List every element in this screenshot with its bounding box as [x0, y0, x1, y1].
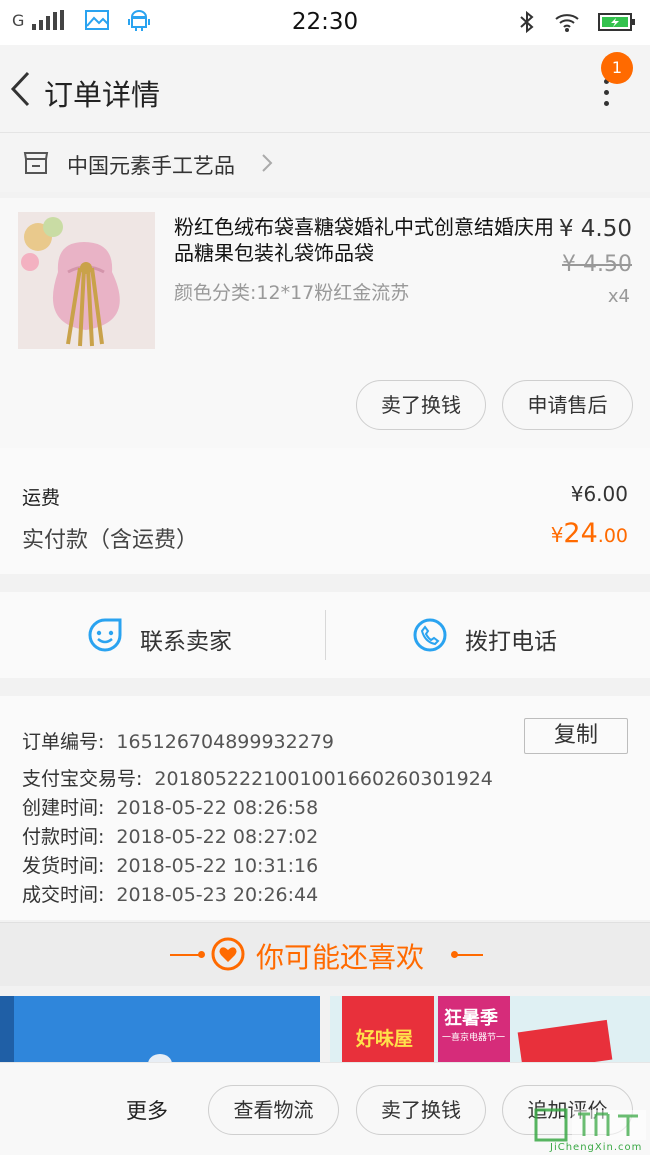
recommend-card[interactable]: [0, 996, 320, 1066]
product-original-price: ¥ 4.50: [562, 252, 632, 277]
sell-button[interactable]: 卖了换钱: [356, 380, 486, 430]
more-button[interactable]: 更多: [126, 1095, 168, 1125]
page-title: 订单详情: [44, 78, 161, 112]
order-number[interactable]: 165126704899932279: [116, 731, 334, 753]
shipping-label: 运费: [22, 487, 61, 509]
recommend-card[interactable]: 好味屋 狂暑季 一喜京电器节一: [330, 996, 650, 1066]
total-value: ¥24.00: [551, 518, 628, 549]
wifi-icon: [555, 14, 579, 32]
order-number-row: 订单编号: 165126704899932279: [22, 727, 334, 754]
recommend-card-brand: 好味屋: [356, 1028, 414, 1050]
call-phone-label: 拨打电话: [465, 629, 557, 655]
heart-icon: [211, 937, 245, 971]
more-options-icon[interactable]: [594, 79, 618, 119]
completed-label: 成交时间:: [22, 884, 105, 906]
paid-label: 付款时间:: [22, 826, 105, 848]
phone-icon: [413, 618, 447, 652]
shop-name: 中国元素手工艺品: [67, 154, 235, 178]
total-integer: 24: [563, 518, 598, 549]
recommend-card-tag: 狂暑季: [444, 1008, 498, 1029]
total-label: 实付款（含运费）: [22, 528, 199, 553]
paid-time: 2018-05-22 08:27:02: [116, 826, 319, 848]
contact-row: 联系卖家 拨打电话: [0, 592, 650, 678]
call-phone-button[interactable]: 拨打电话: [326, 592, 650, 678]
watermark-text: JiChengXin.com: [550, 1142, 643, 1153]
sell-button[interactable]: 卖了换钱: [356, 1085, 486, 1135]
divider-dot: [198, 951, 205, 958]
battery-icon: [598, 13, 635, 31]
status-bar: G 22:30: [0, 0, 650, 45]
after-sale-button[interactable]: 申请售后: [502, 380, 633, 430]
alipay-label: 支付宝交易号:: [22, 768, 143, 790]
total-decimal: .00: [597, 525, 628, 547]
order-info: 订单编号: 165126704899932279 复制 支付宝交易号: 201805…: [0, 696, 650, 920]
chat-face-icon: [88, 618, 122, 652]
divider: [455, 954, 483, 956]
paid-row: 付款时间: 2018-05-22 08:27:02: [22, 822, 318, 849]
shipped-label: 发货时间:: [22, 855, 105, 877]
created-time: 2018-05-22 08:26:58: [116, 797, 319, 819]
nav-bar: 订单详情: [0, 45, 650, 132]
view-logistics-button[interactable]: 查看物流: [208, 1085, 339, 1135]
back-arrow-icon[interactable]: [8, 69, 34, 109]
shipped-time: 2018-05-22 10:31:16: [116, 855, 319, 877]
contact-seller-label: 联系卖家: [140, 629, 232, 655]
completed-time: 2018-05-23 20:26:44: [116, 884, 319, 906]
recommend-card-subtitle: 一喜京电器节一: [442, 1033, 506, 1043]
total-currency: ¥: [550, 523, 564, 547]
product-quantity: x4: [607, 286, 630, 307]
recommend-title: 你可能还喜欢: [256, 941, 425, 974]
bluetooth-icon: [520, 10, 534, 34]
notification-badge: 1: [601, 52, 633, 84]
created-label: 创建时间:: [22, 797, 105, 819]
created-row: 创建时间: 2018-05-22 08:26:58: [22, 793, 318, 820]
completed-row: 成交时间: 2018-05-23 20:26:44: [22, 880, 318, 907]
shipping-value: ¥6.00: [570, 482, 628, 506]
watermark: JiChengXin.com: [534, 1104, 650, 1155]
product-title: 粉红色绒布袋喜糖袋婚礼中式创意结婚庆用品糖果包装礼袋饰品袋: [174, 215, 554, 265]
product-price: ¥ 4.50: [558, 216, 632, 242]
product-thumbnail: [18, 212, 155, 349]
divider: [170, 954, 200, 956]
shop-row[interactable]: 中国元素手工艺品: [0, 132, 650, 192]
product-sku: 颜色分类:12*17粉红金流苏: [174, 282, 410, 304]
fee-summary: 运费 ¥6.00 实付款（含运费） ¥24.00: [0, 448, 650, 574]
recommend-header: 你可能还喜欢: [0, 922, 650, 986]
contact-seller-button[interactable]: 联系卖家: [0, 592, 325, 678]
copy-button[interactable]: 复制: [524, 718, 628, 754]
order-number-label: 订单编号:: [22, 731, 105, 753]
alipay-number: 2018052221001001660260301924: [154, 768, 493, 790]
shop-icon: [23, 152, 49, 174]
shipped-row: 发货时间: 2018-05-22 10:31:16: [22, 851, 318, 878]
product-card[interactable]: 粉红色绒布袋喜糖袋婚礼中式创意结婚庆用品糖果包装礼袋饰品袋 颜色分类:12*17…: [0, 198, 650, 448]
alipay-row: 支付宝交易号: 2018052221001001660260301924: [22, 764, 493, 791]
chevron-right-icon: [262, 154, 273, 172]
recommend-card-image: [0, 996, 320, 1066]
